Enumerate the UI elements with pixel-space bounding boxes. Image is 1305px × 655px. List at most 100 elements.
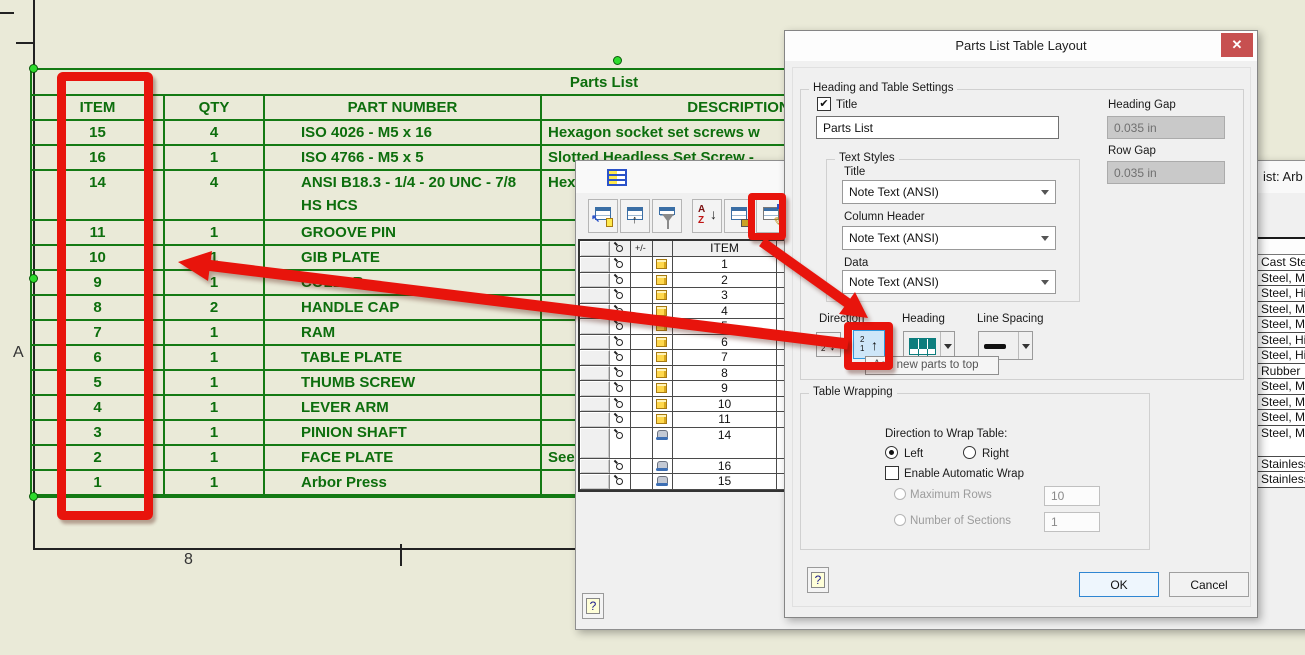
title-input[interactable]: Parts List [816, 116, 1059, 139]
zone-row-label: A [13, 344, 24, 361]
grip-handle[interactable] [29, 274, 38, 283]
title-checkbox[interactable]: ✔ [817, 97, 831, 111]
row-gap-field: 0.035 in [1107, 161, 1225, 184]
zone-tick-bottom [400, 544, 402, 566]
chevron-down-icon[interactable] [940, 332, 954, 359]
sort-az-icon: A [698, 204, 706, 215]
item-cell[interactable]: 6 [673, 334, 777, 349]
line-spacing-label: Line Spacing [977, 313, 1044, 325]
magnifier-icon [616, 385, 623, 392]
column-header-style-dropdown[interactable]: Note Text (ANSI) [842, 226, 1056, 250]
row-selector[interactable] [580, 257, 610, 272]
table-layout-button[interactable]: ✎ [756, 199, 786, 233]
wrap-right-radio[interactable] [963, 446, 976, 459]
header-part-number: PART NUMBER [265, 96, 542, 119]
close-button[interactable]: ✕ [1221, 33, 1253, 57]
enable-auto-wrap-checkbox[interactable] [885, 466, 899, 480]
magnifier-icon [616, 369, 623, 377]
heading-gap-label: Heading Gap [1108, 99, 1176, 111]
item-cell[interactable]: 9 [673, 381, 777, 396]
tooltip: Add new parts to top [865, 356, 999, 375]
heading-top-icon [909, 338, 936, 356]
item-cell[interactable]: 7 [673, 350, 777, 365]
fastener-icon [656, 476, 668, 487]
add-parts-top-button[interactable]: 2 1 ↑ [853, 330, 885, 359]
wrap-right-label: Right [982, 448, 1009, 460]
part-icon [656, 352, 667, 362]
header-qty: QTY [165, 96, 265, 119]
text-style-title-label: Title [844, 166, 866, 178]
column-header-label: Column Header [844, 211, 925, 223]
column-chooser-button[interactable]: ↖ [588, 199, 618, 233]
magnifier-icon [616, 261, 623, 268]
export-button[interactable] [724, 199, 754, 233]
row-gap-label: Row Gap [1108, 145, 1156, 157]
data-style-dropdown[interactable]: Note Text (ANSI) [842, 270, 1056, 294]
line-spacing-icon [984, 344, 1006, 349]
cancel-button[interactable]: Cancel [1169, 572, 1249, 597]
item-cell[interactable]: 10 [673, 396, 777, 411]
magnifier-icon [616, 323, 623, 330]
item-cell[interactable]: 2 [673, 272, 777, 287]
part-icon [656, 367, 667, 378]
sheet-border-bottom [33, 548, 578, 550]
row-selector[interactable] [580, 303, 610, 318]
item-cell[interactable]: 15 [673, 474, 777, 489]
group-settings-button[interactable]: ↑ [620, 199, 650, 233]
parts-list-table-layout-dialog: Parts List Table Layout ✕ Heading and Ta… [784, 30, 1258, 618]
sort-button[interactable]: A Z ↓ [692, 199, 722, 233]
dialog-title-bar[interactable]: Parts List Table Layout ✕ [785, 31, 1257, 61]
maximum-rows-radio[interactable] [894, 488, 906, 500]
part-icon [656, 336, 667, 347]
ok-button[interactable]: OK [1079, 572, 1159, 597]
chevron-down-icon [1041, 236, 1049, 241]
item-cell[interactable]: 16 [673, 458, 777, 473]
fastener-icon [656, 429, 668, 441]
wrap-left-label: Left [904, 448, 924, 460]
item-cell[interactable]: 4 [673, 303, 777, 318]
add-parts-bottom-button[interactable]: 1 2 ↓ [816, 332, 841, 357]
row-selector[interactable] [580, 396, 610, 411]
wrap-direction-label: Direction to Wrap Table: [885, 428, 1008, 440]
text-styles-group-label: Text Styles [835, 152, 899, 164]
wrap-left-radio[interactable] [885, 446, 898, 459]
editor-item-header: ITEM [673, 241, 777, 256]
magnifier-icon [616, 478, 623, 485]
row-selector[interactable] [580, 365, 610, 380]
row-selector[interactable] [580, 412, 610, 427]
item-cell[interactable]: 11 [673, 412, 777, 427]
item-cell[interactable]: 8 [673, 365, 777, 380]
row-selector[interactable] [580, 381, 610, 396]
chevron-down-icon[interactable] [1018, 332, 1032, 359]
filter-settings-button[interactable] [652, 199, 682, 233]
item-cell[interactable]: 5 [673, 319, 777, 334]
magnifier-icon [616, 416, 623, 423]
magnifier-icon [616, 462, 623, 470]
row-selector[interactable] [580, 427, 610, 458]
row-selector[interactable] [580, 474, 610, 489]
editor-help-button[interactable] [582, 593, 604, 619]
part-icon [656, 274, 667, 285]
item-cell[interactable]: 1 [673, 257, 777, 272]
heading-settings-group-label: Heading and Table Settings [809, 82, 958, 94]
grip-handle[interactable] [29, 64, 38, 73]
grip-handle[interactable] [613, 56, 622, 65]
pencil-icon: ✎ [771, 214, 785, 230]
item-cell[interactable]: 3 [673, 288, 777, 303]
grip-handle[interactable] [29, 492, 38, 501]
row-selector[interactable] [580, 334, 610, 349]
maximum-rows-field: 10 [1044, 486, 1100, 506]
row-selector[interactable] [580, 288, 610, 303]
part-icon [656, 383, 667, 393]
title-style-dropdown[interactable]: Note Text (ANSI) [842, 180, 1056, 204]
number-of-sections-radio[interactable] [894, 514, 906, 526]
row-selector[interactable] [580, 272, 610, 287]
number-of-sections-field: 1 [1044, 512, 1100, 532]
row-selector[interactable] [580, 350, 610, 365]
row-selector[interactable] [580, 458, 610, 473]
row-selector[interactable] [580, 319, 610, 334]
dialog-help-button[interactable] [807, 567, 829, 593]
item-cell[interactable]: 14 [673, 427, 777, 458]
sheet-border-corner-tick [0, 12, 14, 14]
title-checkbox-label: Title [836, 99, 858, 111]
